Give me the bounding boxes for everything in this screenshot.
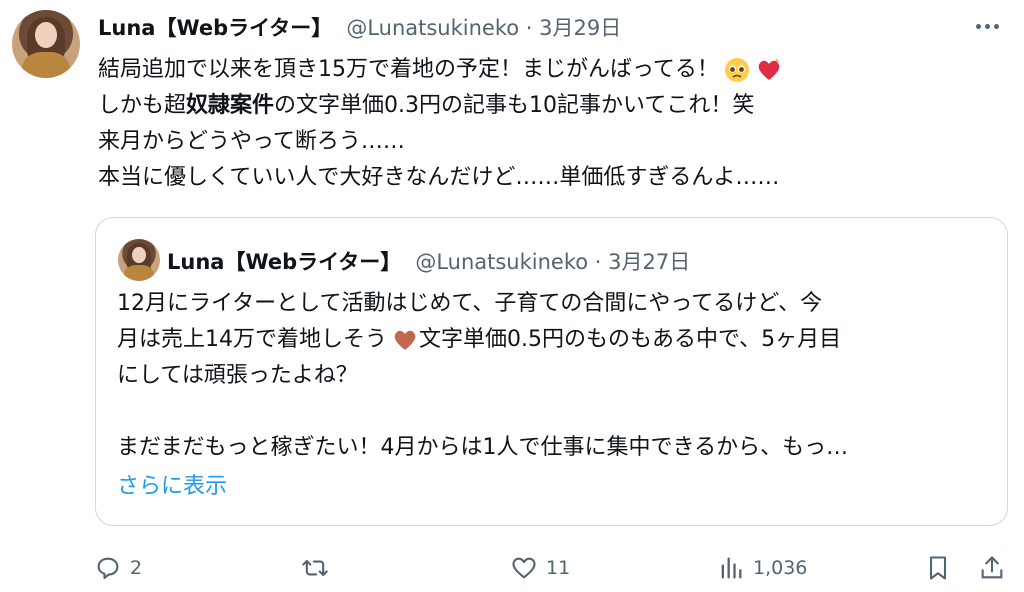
views-button[interactable]: 1,036 (717, 552, 807, 584)
quote-header: Luna【Webライター】 @Lunatsukineko · 3月27日 (167, 246, 690, 276)
views-icon (721, 557, 742, 579)
reply-icon (97, 557, 119, 579)
reply-count: 2 (130, 557, 143, 579)
quote-line-2a: 月は売上14万で着地しそう (117, 327, 387, 352)
action-bar: 2 11 1,036 (0, 548, 1024, 588)
more-icon[interactable] (970, 12, 1004, 40)
quote-author-handle: @Lunatsukineko · 3月27日 (415, 250, 691, 274)
view-count: 1,036 (753, 557, 808, 579)
like-button[interactable]: 11 (510, 552, 570, 584)
brown-heart-emoji-icon (394, 330, 416, 350)
reply-button[interactable]: 2 (94, 552, 142, 584)
quote-avatar (118, 239, 160, 281)
avatar[interactable] (12, 10, 80, 78)
share-button[interactable] (978, 552, 1006, 584)
tweet-header: Luna【Webライター】 @Lunatsukineko · 3月29日 (98, 12, 621, 42)
quote-line-3: にしては頑張ったよね？ (117, 363, 358, 388)
quote-line-4: まだまだもっと稼ぎたい！4月からは1人で仕事に集中できるから、もっ… (117, 435, 849, 460)
pleading-face-emoji-icon (724, 58, 749, 82)
retweet-icon (302, 559, 328, 577)
quote-line-1: 12月にライターとして活動はじめて、子育ての合間にやってるけど、今 (117, 291, 823, 316)
bookmark-icon (929, 556, 947, 580)
heart-icon (512, 557, 536, 579)
retweet-button[interactable] (301, 552, 337, 584)
author-name[interactable]: Luna【Webライター】 (98, 12, 332, 42)
tweet-line-4: 本当に優しくていい人で大好きなんだけど……単価低すぎるんよ…… (98, 165, 780, 190)
tweet-line-2b-bold: 奴隷案件 (186, 93, 275, 118)
quote-date: 3月27日 (608, 250, 691, 274)
quote-author-name: Luna【Webライター】 (167, 250, 402, 274)
tweet-text: 結局追加で以来を頂き15万で着地の予定！まじがんばってる！ しかも超奴隷案件の文… (98, 52, 783, 196)
heart-emoji-icon (758, 58, 780, 80)
tweet-line-3: 来月からどうやって断ろう…… (98, 129, 405, 154)
tweet-line-2a: しかも超 (98, 93, 187, 118)
tweet-line-1: 結局追加で以来を頂き15万で着地の予定！まじがんばってる！ (98, 57, 719, 82)
tweet-date[interactable]: 3月29日 (539, 16, 621, 40)
like-count: 11 (546, 557, 571, 579)
author-handle[interactable]: @Lunatsukineko · 3月29日 (346, 12, 621, 42)
quote-text: 12月にライターとして活動はじめて、子育ての合間にやってるけど、今 月は売上14… (117, 286, 848, 466)
tweet-line-2c: の文字単価0.3円の記事も10記事かいてこれ！笑 (274, 93, 755, 118)
share-icon (981, 556, 1003, 579)
show-more-link[interactable]: さらに表示 (117, 472, 227, 502)
bookmark-button[interactable] (924, 552, 952, 584)
quote-line-2b: 文字単価0.5円のものもある中で、5ヶ月目 (419, 327, 842, 352)
